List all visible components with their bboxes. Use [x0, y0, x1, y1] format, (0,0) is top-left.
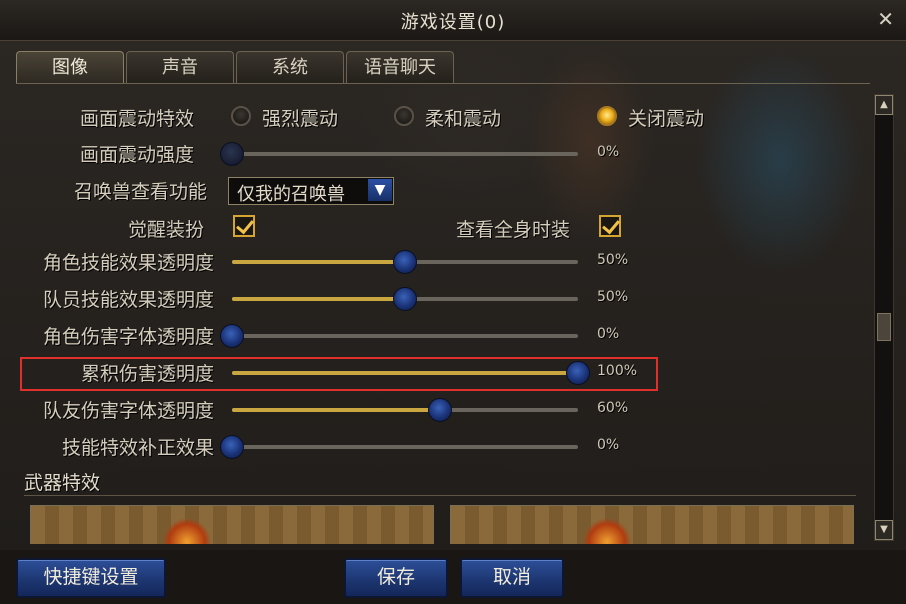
opacity-slider[interactable]: [220, 324, 578, 348]
slider-knob[interactable]: [393, 287, 417, 311]
fullbody-fashion-checkbox[interactable]: [599, 215, 621, 237]
slider-knob[interactable]: [427, 398, 452, 422]
summon-view-label: 召唤兽查看功能: [74, 181, 208, 203]
tab-voice-chat[interactable]: 语音聊天: [346, 51, 454, 83]
settings-window: 游戏设置(0) ✕ 图像 声音 系统 语音聊天 画面震动特效 强烈震动 柔和震动…: [0, 0, 906, 604]
divider: [24, 495, 856, 496]
shake-off-label: 关闭震动: [628, 108, 705, 130]
opacity-slider[interactable]: [232, 398, 578, 422]
awaken-outfit-label: 觉醒装扮: [128, 219, 205, 241]
tab-image[interactable]: 图像: [16, 51, 124, 83]
title-bar: 游戏设置(0) ✕: [0, 0, 906, 41]
scroll-thumb[interactable]: [877, 313, 891, 341]
weapon-preview-left[interactable]: [30, 505, 434, 544]
shake-strong-radio[interactable]: [231, 106, 251, 126]
highlight-box: [20, 357, 658, 391]
weapon-effects-heading: 武器特效: [24, 472, 101, 494]
save-button[interactable]: 保存: [344, 558, 448, 598]
tab-sound[interactable]: 声音: [126, 51, 234, 83]
settings-panel: 画面震动特效 强烈震动 柔和震动 关闭震动 画面震动强度 0% 召唤兽查看功能 …: [16, 83, 870, 544]
opacity-slider[interactable]: [232, 287, 578, 311]
slider-value: 60%: [597, 400, 629, 416]
slider-value: 0%: [597, 437, 620, 453]
shake-soft-label: 柔和震动: [425, 108, 502, 130]
slider-fill: [232, 297, 405, 301]
opacity-slider[interactable]: [220, 435, 578, 459]
slider-knob[interactable]: [220, 435, 244, 459]
slider-value: 50%: [597, 252, 629, 268]
slider-label: 队员技能效果透明度: [42, 289, 214, 311]
summon-view-value: 仅我的召唤兽: [237, 184, 345, 205]
window-title: 游戏设置(0): [400, 12, 506, 33]
shake-strength-knob[interactable]: [220, 142, 244, 166]
weapon-preview-figure: [571, 512, 661, 544]
slider-label: 角色技能效果透明度: [42, 252, 214, 274]
scroll-up-icon[interactable]: ▲: [875, 95, 893, 115]
tab-system[interactable]: 系统: [236, 51, 344, 83]
slider-knob[interactable]: [393, 250, 417, 274]
slider-label: 技能特效补正效果: [61, 437, 214, 459]
shake-strength-value: 0%: [597, 144, 620, 160]
slider-value: 0%: [597, 326, 620, 342]
hotkey-settings-button[interactable]: 快捷键设置: [16, 558, 166, 598]
weapon-preview-figure: [151, 512, 241, 544]
shake-strength-label: 画面震动强度: [80, 144, 195, 166]
shake-effect-label: 画面震动特效: [80, 108, 195, 130]
close-icon[interactable]: ✕: [877, 7, 894, 31]
shake-off-radio[interactable]: [597, 106, 617, 126]
weapon-preview-right[interactable]: [450, 505, 854, 544]
slider-label: 队友伤害字体透明度: [42, 400, 214, 422]
slider-knob[interactable]: [220, 324, 244, 348]
awaken-outfit-checkbox[interactable]: [233, 215, 255, 237]
opacity-slider[interactable]: [232, 250, 578, 274]
shake-strong-label: 强烈震动: [262, 108, 339, 130]
slider-label: 角色伤害字体透明度: [42, 326, 214, 348]
scrollbar[interactable]: ▲ ▼: [874, 94, 894, 541]
chevron-down-icon[interactable]: ▼: [368, 179, 392, 201]
slider-fill: [232, 408, 440, 412]
fullbody-fashion-label: 查看全身时装: [456, 219, 571, 241]
shake-soft-radio[interactable]: [394, 106, 414, 126]
slider-value: 50%: [597, 289, 629, 305]
cancel-button[interactable]: 取消: [460, 558, 564, 598]
slider-fill: [232, 260, 405, 264]
scroll-down-icon[interactable]: ▼: [875, 520, 893, 540]
shake-strength-slider[interactable]: [220, 142, 578, 166]
summon-view-select[interactable]: 仅我的召唤兽 ▼: [228, 177, 394, 205]
